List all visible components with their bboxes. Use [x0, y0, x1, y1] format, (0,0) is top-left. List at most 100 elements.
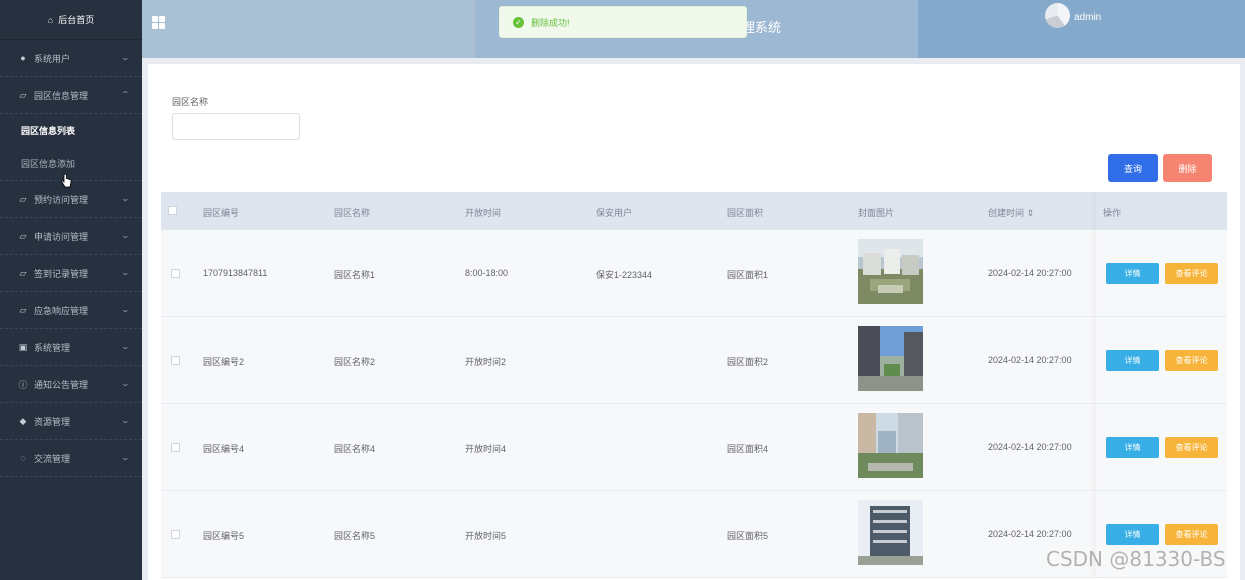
cell-created: 2024-02-14 20:27:00: [988, 529, 1072, 539]
query-button[interactable]: 查询: [1108, 154, 1158, 182]
success-toast: ✓ 删除成功!: [499, 6, 747, 38]
cover-image-plaza: [858, 413, 923, 478]
detail-button[interactable]: 详情: [1106, 263, 1159, 284]
sidebar-home[interactable]: ⌂ 后台首页: [0, 0, 142, 40]
sidebar-item-park-info[interactable]: ▱ 园区信息管理 ⌃: [0, 77, 142, 114]
chevron-down-icon: ⌄: [120, 305, 131, 314]
column-header-open-time: 开放时间: [465, 208, 502, 218]
detail-button[interactable]: 详情: [1106, 350, 1159, 371]
fixed-column-shadow: [1096, 317, 1097, 403]
cell-area: 园区面积4: [727, 444, 769, 454]
folder-icon: ▱: [19, 89, 27, 100]
sidebar-subitem-label: 园区信息添加: [21, 159, 76, 169]
cell-code: 园区编号5: [203, 531, 245, 541]
sidebar: ⌂ 后台首页 ● 系统用户 ⌄ ▱ 园区信息管理 ⌃ 园区信息列表 园区信息添加…: [0, 0, 142, 580]
chevron-down-icon: ⌄: [120, 379, 131, 388]
sidebar-item-label: 申请访问管理: [34, 231, 89, 242]
table-row: 1707913847811 园区名称1 8:00-18:00 保安1-22334…: [161, 230, 1227, 317]
cell-name: 园区名称4: [334, 444, 376, 454]
sidebar-item-resource[interactable]: ◆ 资源管理 ⌄: [0, 403, 142, 440]
table-row: 园区编号4 园区名称4 开放时间4 园区面积4 2024-02-14 20:27…: [161, 404, 1227, 491]
cover-image-aerial: [858, 239, 923, 304]
cell-open-time: 8:00-18:00: [465, 268, 509, 278]
main-panel: 园区名称 查询 删除 园区编号 园区名称 开放时间 保安用户 园区面积 封面图片…: [148, 64, 1240, 580]
view-comments-button[interactable]: 查看评论: [1165, 524, 1218, 545]
column-header-code: 园区编号: [203, 208, 240, 218]
home-icon: ⌂: [47, 14, 54, 25]
sidebar-item-application[interactable]: ▱ 申请访问管理 ⌄: [0, 218, 142, 255]
sidebar-subitem-park-list[interactable]: 园区信息列表: [0, 114, 142, 147]
folder-icon: ▱: [19, 304, 27, 315]
detail-button[interactable]: 详情: [1106, 437, 1159, 458]
chevron-down-icon: ⌄: [120, 268, 131, 277]
toast-message: 删除成功!: [531, 17, 570, 28]
folder-icon: ▱: [19, 193, 27, 204]
cell-code: 1707913847811: [203, 268, 268, 278]
cover-image-street: [858, 326, 923, 391]
chevron-down-icon: ⌄: [120, 53, 131, 62]
cell-open-time: 开放时间2: [465, 357, 507, 367]
chevron-up-icon: ⌃: [120, 90, 131, 99]
fixed-column-shadow: [1096, 404, 1097, 490]
row-checkbox[interactable]: [171, 530, 180, 539]
hand-cursor-icon: [61, 174, 72, 188]
view-comments-button[interactable]: 查看评论: [1165, 350, 1218, 371]
header-user-band: [918, 0, 1245, 58]
sidebar-item-label: 预约访问管理: [34, 194, 89, 205]
column-header-actions: 操作: [1103, 208, 1122, 218]
column-header-area: 园区面积: [727, 208, 764, 218]
cell-area: 园区面积2: [727, 357, 769, 367]
column-header-guard: 保安用户: [596, 208, 633, 218]
delete-button[interactable]: 删除: [1163, 154, 1212, 182]
sidebar-item-label: 系统用户: [34, 53, 71, 64]
sidebar-item-emergency[interactable]: ▱ 应急响应管理 ⌄: [0, 292, 142, 329]
sidebar-item-label: 签到记录管理: [34, 268, 89, 279]
table-row: 园区编号2 园区名称2 开放时间2 园区面积2 2024-02-14 20:27…: [161, 317, 1227, 404]
cell-created: 2024-02-14 20:27:00: [988, 442, 1072, 452]
chevron-down-icon: ⌄: [120, 416, 131, 425]
row-checkbox[interactable]: [171, 443, 180, 452]
chat-icon: ◌: [20, 453, 26, 463]
column-header-created[interactable]: 创建时间 ⇕: [988, 206, 1034, 219]
cell-name: 园区名称2: [334, 357, 376, 367]
image-icon: ▣: [18, 341, 28, 352]
sidebar-item-system-users[interactable]: ● 系统用户 ⌄: [0, 40, 142, 77]
park-name-input[interactable]: [172, 113, 300, 140]
user-icon: ●: [20, 53, 26, 63]
cell-guard: 保安1-223344: [596, 270, 653, 280]
column-header-cover: 封面图片: [858, 208, 895, 218]
park-name-label: 园区名称: [172, 97, 209, 107]
cell-code: 园区编号4: [203, 444, 245, 454]
park-table: 园区编号 园区名称 开放时间 保安用户 园区面积 封面图片 创建时间 ⇕ 操作 …: [161, 192, 1227, 578]
cell-open-time: 开放时间4: [465, 444, 507, 454]
info-icon: ⓘ: [18, 379, 28, 390]
cell-created: 2024-02-14 20:27:00: [988, 355, 1072, 365]
cell-created: 2024-02-14 20:27:00: [988, 268, 1072, 278]
folder-icon: ▱: [19, 267, 27, 278]
detail-button[interactable]: 详情: [1106, 524, 1159, 545]
sidebar-home-label: 后台首页: [58, 15, 95, 25]
username[interactable]: admin: [1074, 12, 1101, 23]
table-header: 园区编号 园区名称 开放时间 保安用户 园区面积 封面图片 创建时间 ⇕ 操作: [161, 192, 1227, 230]
cell-area: 园区面积5: [727, 531, 769, 541]
sidebar-item-communication[interactable]: ◌ 交流管理 ⌄: [0, 440, 142, 477]
select-all-checkbox[interactable]: [168, 206, 177, 215]
avatar[interactable]: [1045, 3, 1070, 28]
cell-area: 园区面积1: [727, 270, 769, 280]
sidebar-item-system[interactable]: ▣ 系统管理 ⌄: [0, 329, 142, 366]
view-comments-button[interactable]: 查看评论: [1165, 263, 1218, 284]
view-comments-button[interactable]: 查看评论: [1165, 437, 1218, 458]
row-checkbox[interactable]: [171, 356, 180, 365]
chevron-down-icon: ⌄: [120, 453, 131, 462]
sidebar-item-label: 园区信息管理: [34, 90, 89, 101]
chevron-down-icon: ⌄: [120, 231, 131, 240]
sidebar-item-checkin[interactable]: ▱ 签到记录管理 ⌄: [0, 255, 142, 292]
menu-grid-icon[interactable]: [152, 16, 165, 29]
folder-icon: ▱: [19, 230, 27, 241]
cell-code: 园区编号2: [203, 357, 245, 367]
location-icon: ◆: [19, 415, 27, 426]
cell-open-time: 开放时间5: [465, 531, 507, 541]
watermark: CSDN @81330-BS: [1046, 547, 1226, 571]
row-checkbox[interactable]: [171, 269, 180, 278]
sidebar-item-notice[interactable]: ⓘ 通知公告管理 ⌄: [0, 366, 142, 403]
